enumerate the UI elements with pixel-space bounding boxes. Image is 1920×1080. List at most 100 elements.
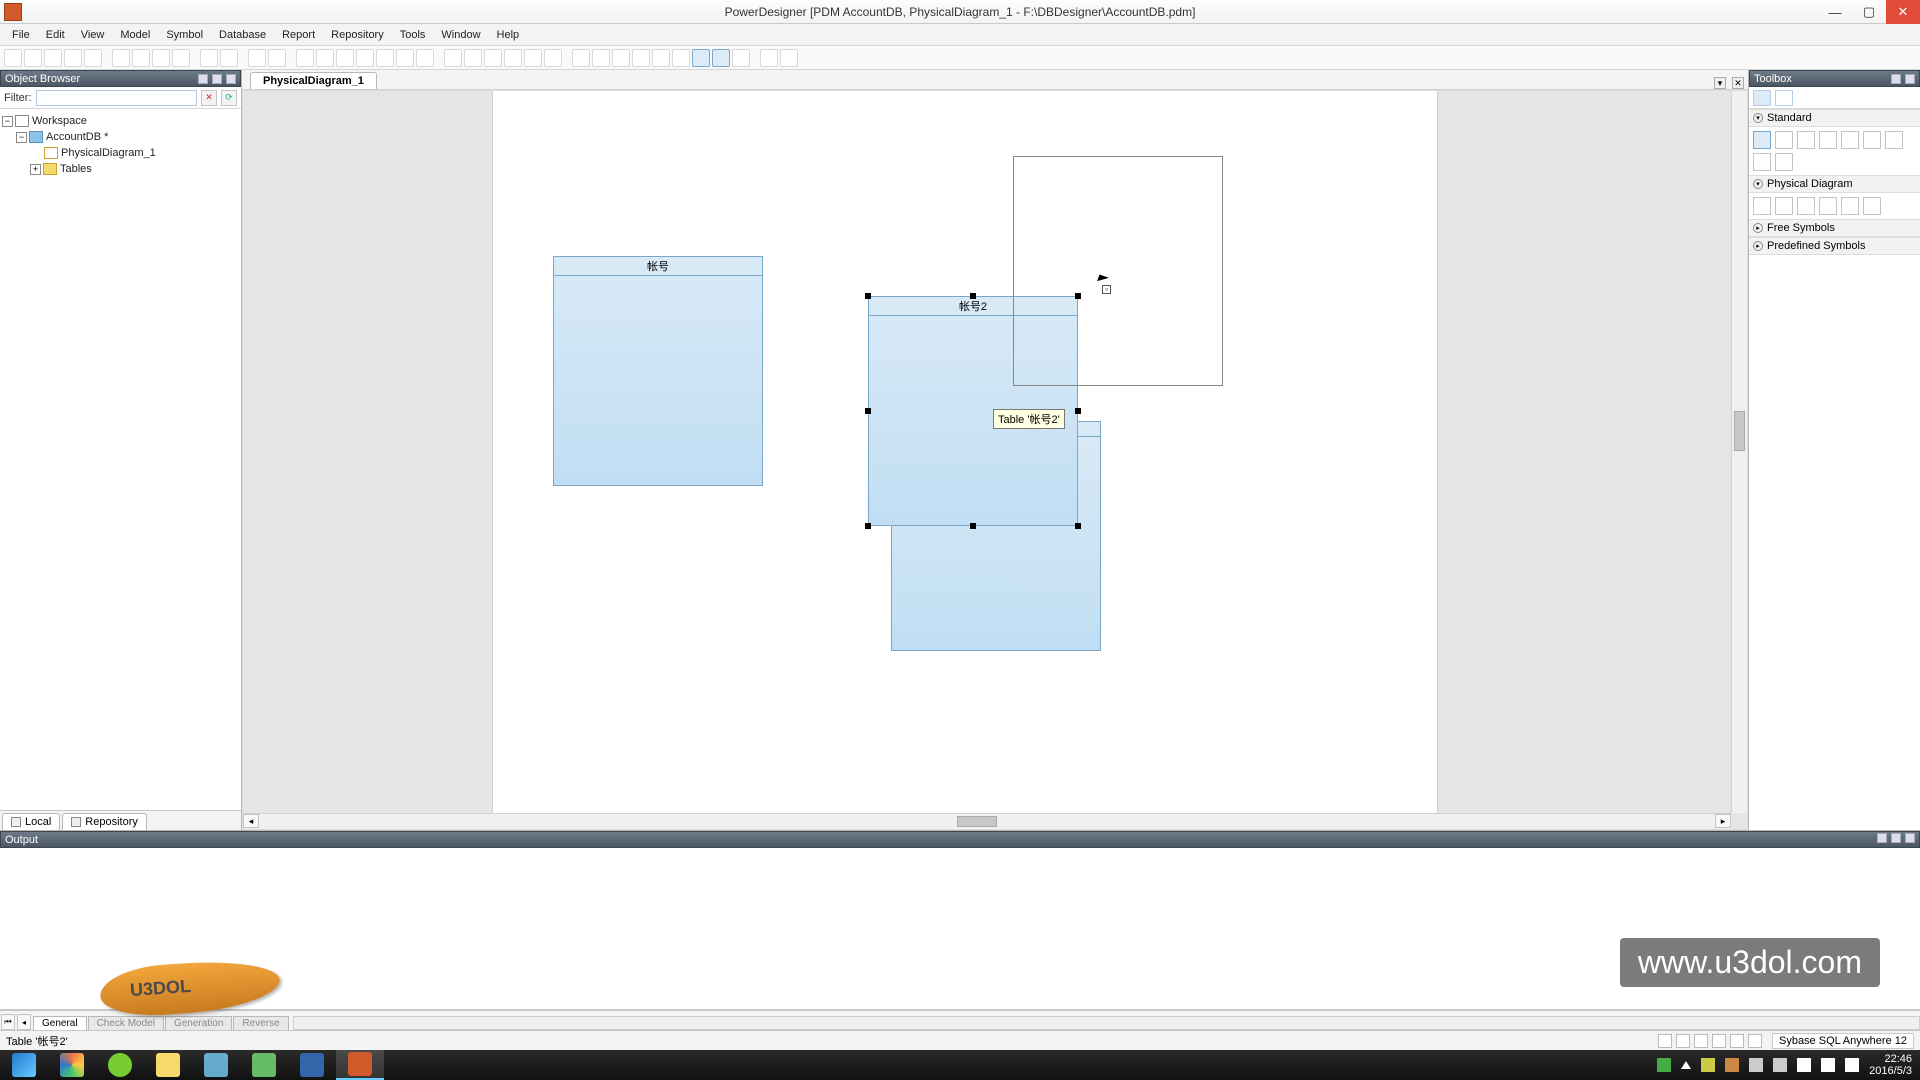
- out-close-icon[interactable]: [1905, 833, 1915, 843]
- document-tab[interactable]: PhysicalDiagram_1: [250, 72, 377, 89]
- toolbox-view-large-icon[interactable]: [1753, 90, 1771, 106]
- menu-symbol[interactable]: Symbol: [158, 27, 211, 43]
- filter-clear-icon[interactable]: ✕: [201, 90, 217, 106]
- scroll-thumb[interactable]: [957, 816, 997, 827]
- tb-para[interactable]: [504, 49, 522, 67]
- menu-database[interactable]: Database: [211, 27, 274, 43]
- tool-view[interactable]: [1775, 197, 1793, 215]
- tb-l2[interactable]: [592, 49, 610, 67]
- tb-l6[interactable]: [672, 49, 690, 67]
- tb-l1[interactable]: [572, 49, 590, 67]
- menu-repository[interactable]: Repository: [323, 27, 392, 43]
- taskbar-app[interactable]: [48, 1050, 96, 1080]
- tab-close-icon[interactable]: ✕: [1732, 77, 1744, 89]
- tb-l4[interactable]: [632, 49, 650, 67]
- status-icon[interactable]: [1658, 1034, 1672, 1048]
- tool-pan[interactable]: [1841, 131, 1859, 149]
- taskbar-app[interactable]: [288, 1050, 336, 1080]
- tree-model[interactable]: AccountDB *: [46, 131, 108, 143]
- tool-prop[interactable]: [1753, 153, 1771, 171]
- tab-dropdown-icon[interactable]: ▾: [1714, 77, 1726, 89]
- close-button[interactable]: ✕: [1886, 0, 1920, 24]
- tb-g7[interactable]: [416, 49, 434, 67]
- tb-wand[interactable]: [464, 49, 482, 67]
- menu-report[interactable]: Report: [274, 27, 323, 43]
- tb-copy[interactable]: [132, 49, 150, 67]
- clock[interactable]: 22:46 2016/5/3: [1869, 1053, 1912, 1077]
- menu-model[interactable]: Model: [112, 27, 158, 43]
- scroll-right-icon[interactable]: ▸: [1715, 814, 1731, 828]
- taskbar-app[interactable]: [240, 1050, 288, 1080]
- tree-tables[interactable]: Tables: [60, 163, 92, 175]
- tb-g3[interactable]: [336, 49, 354, 67]
- toolbox-section-standard[interactable]: ▾Standard: [1749, 109, 1920, 127]
- tb-find[interactable]: [248, 49, 266, 67]
- expander-icon[interactable]: +: [30, 164, 41, 175]
- scroll-left-icon[interactable]: ◂: [243, 814, 259, 828]
- tb-cut[interactable]: [112, 49, 130, 67]
- tool-reference[interactable]: [1797, 197, 1815, 215]
- output-hscroll[interactable]: [293, 1016, 1920, 1030]
- ob-dropdown-icon[interactable]: [212, 74, 222, 84]
- output-body[interactable]: U3DOL www.u3dol.com: [0, 848, 1920, 1010]
- expander-icon[interactable]: −: [16, 132, 27, 143]
- tool-package[interactable]: [1841, 197, 1859, 215]
- output-tab-generation[interactable]: Generation: [165, 1016, 232, 1030]
- minimize-button[interactable]: —: [1818, 0, 1852, 24]
- resize-handle[interactable]: [865, 523, 871, 529]
- tray-icon[interactable]: [1773, 1058, 1787, 1072]
- tb-paste[interactable]: [152, 49, 170, 67]
- tool-lasso[interactable]: [1775, 131, 1793, 149]
- diagram-canvas[interactable]: 帐号 帐号2: [242, 90, 1748, 830]
- tab-repository[interactable]: Repository: [62, 813, 147, 830]
- taskbar-powerdesigner[interactable]: [336, 1050, 384, 1080]
- taskbar-explorer[interactable]: [144, 1050, 192, 1080]
- tb-check[interactable]: [444, 49, 462, 67]
- tool-more[interactable]: [1775, 153, 1793, 171]
- toolbox-header[interactable]: Toolbox: [1749, 70, 1920, 87]
- tray-icon[interactable]: [1701, 1058, 1715, 1072]
- expander-icon[interactable]: −: [2, 116, 13, 127]
- menu-view[interactable]: View: [73, 27, 113, 43]
- toolbox-section-free[interactable]: ▸Free Symbols: [1749, 219, 1920, 237]
- vertical-scrollbar[interactable]: [1731, 91, 1747, 813]
- tool-file[interactable]: [1863, 197, 1881, 215]
- start-button[interactable]: [0, 1050, 48, 1080]
- status-icon[interactable]: [1694, 1034, 1708, 1048]
- tb-browse[interactable]: [268, 49, 286, 67]
- tb-g4[interactable]: [356, 49, 374, 67]
- tbx-pin-icon[interactable]: [1891, 74, 1901, 84]
- tb-open[interactable]: [24, 49, 42, 67]
- output-tab-general[interactable]: General: [33, 1016, 87, 1030]
- tab-local[interactable]: Local: [2, 813, 60, 830]
- system-tray[interactable]: 22:46 2016/5/3: [1649, 1053, 1920, 1077]
- tb-g6[interactable]: [396, 49, 414, 67]
- ob-close-icon[interactable]: [226, 74, 236, 84]
- tool-procedure[interactable]: [1819, 197, 1837, 215]
- tbx-close-icon[interactable]: [1905, 74, 1915, 84]
- tool-grabber[interactable]: [1863, 131, 1881, 149]
- tool-pointer[interactable]: [1753, 131, 1771, 149]
- tb-new[interactable]: [4, 49, 22, 67]
- taskbar-app[interactable]: [192, 1050, 240, 1080]
- tray-up-icon[interactable]: [1681, 1061, 1691, 1069]
- tool-zoom-in[interactable]: [1797, 131, 1815, 149]
- tool-zoom-out[interactable]: [1819, 131, 1837, 149]
- resize-handle[interactable]: [865, 408, 871, 414]
- tray-network-icon[interactable]: [1797, 1058, 1811, 1072]
- tb-g1[interactable]: [296, 49, 314, 67]
- output-tab-check[interactable]: Check Model: [88, 1016, 164, 1030]
- tb-save[interactable]: [44, 49, 62, 67]
- taskbar-app[interactable]: [96, 1050, 144, 1080]
- out-tab-prev-icon[interactable]: ◂: [17, 1014, 31, 1030]
- tray-volume-icon[interactable]: [1821, 1058, 1835, 1072]
- ob-pin-icon[interactable]: [198, 74, 208, 84]
- tray-ime-icon[interactable]: [1845, 1058, 1859, 1072]
- object-browser-tree[interactable]: − Workspace − AccountDB * PhysicalDiagra…: [0, 109, 241, 810]
- menu-tools[interactable]: Tools: [392, 27, 434, 43]
- resize-handle[interactable]: [970, 293, 976, 299]
- tray-icon[interactable]: [1725, 1058, 1739, 1072]
- tb-print[interactable]: [84, 49, 102, 67]
- status-icon[interactable]: [1676, 1034, 1690, 1048]
- status-icon[interactable]: [1730, 1034, 1744, 1048]
